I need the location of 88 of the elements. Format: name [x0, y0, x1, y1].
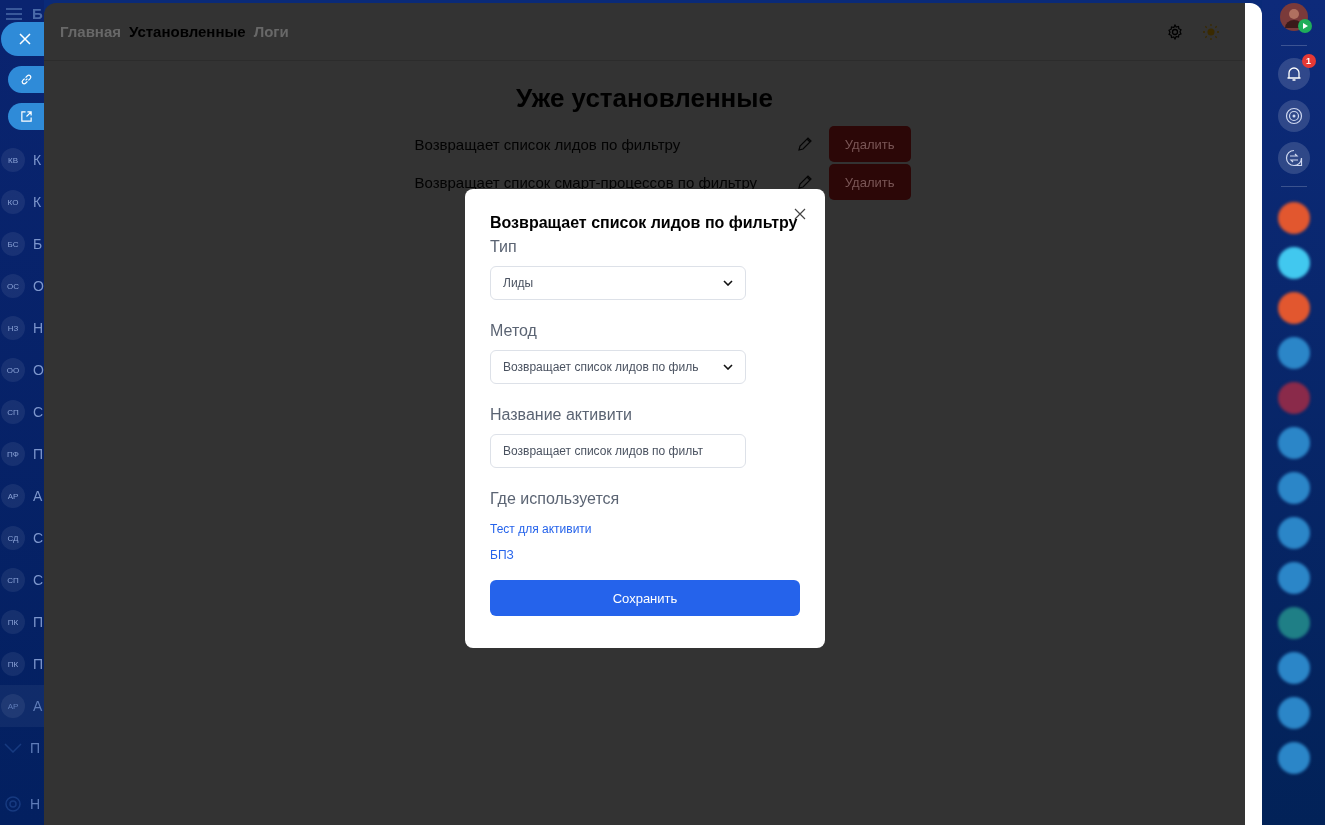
select-field[interactable]: Лиды: [490, 266, 746, 300]
delete-button[interactable]: Удалить: [828, 164, 911, 200]
initials-avatar: ПК: [1, 652, 25, 676]
sidebar-item-label: С: [33, 404, 44, 420]
notification-count: 1: [1301, 54, 1316, 68]
app-icon-placeholder[interactable]: [1277, 472, 1310, 504]
bell-icon: [1285, 66, 1302, 82]
initials-avatar: КВ: [1, 148, 25, 172]
sidebar-item-label: О: [33, 278, 44, 294]
sidebar-item[interactable]: БС Б: [0, 223, 44, 265]
sidebar-item-label: Н: [30, 796, 41, 812]
sidebar-item[interactable]: НЗ Н: [0, 307, 44, 349]
initials-avatar: ПФ: [1, 442, 25, 466]
sidebar-item[interactable]: КВ К: [0, 139, 44, 181]
chevron-down-icon: [723, 280, 733, 286]
app-icon-placeholder[interactable]: [1277, 697, 1310, 729]
concentric-circles-icon: [1284, 107, 1303, 125]
sidebar-item[interactable]: СП С: [0, 559, 44, 601]
speech-bubble-arrows-icon: [1284, 149, 1303, 167]
sidebar-item-label: Н: [33, 320, 44, 336]
initials-avatar: АР: [1, 484, 25, 508]
initials-avatar: СП: [1, 568, 25, 592]
select-field[interactable]: Возвращает список лидов по филь: [490, 350, 746, 384]
sidebar-item[interactable]: СП С: [0, 391, 44, 433]
initials-avatar: АР: [1, 694, 25, 718]
sidebar-item-label: П: [33, 446, 44, 462]
app-icon-placeholder[interactable]: [1277, 742, 1310, 774]
notifications-button[interactable]: [1277, 58, 1310, 90]
sidebar-item-label: С: [33, 530, 44, 546]
app-icon-placeholder[interactable]: [1277, 427, 1310, 459]
app-icon-placeholder[interactable]: [1277, 562, 1310, 594]
initials-avatar: СД: [1, 526, 25, 550]
chevron-down-icon: [723, 364, 733, 370]
app-icon-placeholder[interactable]: [1277, 202, 1310, 234]
sidebar-item-label: К: [33, 152, 42, 168]
circular-target-button[interactable]: [1277, 100, 1310, 132]
initials-avatar: СП: [1, 400, 25, 424]
sidebar-item-label: П: [33, 656, 44, 672]
app-icon-placeholder[interactable]: [1277, 337, 1310, 369]
app-icon-placeholder[interactable]: [1277, 247, 1310, 279]
usage-link[interactable]: БПЗ: [490, 548, 514, 562]
sidebar-item-label: П: [30, 740, 41, 756]
sidebar-item[interactable]: ПК П: [0, 601, 44, 643]
sidebar-item[interactable]: КО К: [0, 181, 44, 223]
sidebar-item[interactable]: ОС О: [0, 265, 44, 307]
sidebar-item[interactable]: ПК П: [0, 643, 44, 685]
initials-avatar: ОС: [1, 274, 25, 298]
app-icon-placeholder[interactable]: [1277, 607, 1310, 639]
sidebar-item-label: Б: [33, 236, 43, 252]
save-button[interactable]: Сохранить: [490, 580, 800, 616]
field-label: Метод: [490, 322, 538, 340]
sidebar-item[interactable]: АР А: [0, 685, 44, 727]
sidebar-item-label: С: [33, 572, 44, 588]
field-label: Название активити: [490, 406, 633, 424]
initials-avatar: ПК: [1, 610, 25, 634]
field-label: Тип: [490, 238, 518, 256]
initials-avatar: НЗ: [1, 316, 25, 340]
sidebar-item-label: А: [33, 488, 43, 504]
sidebar-item[interactable]: ПФ П: [0, 433, 44, 475]
app-icon-placeholder[interactable]: [1277, 292, 1310, 324]
sidebar-item-label: К: [33, 194, 42, 210]
initials-avatar: КО: [1, 190, 25, 214]
usage-link[interactable]: Тест для активити: [490, 522, 592, 536]
sidebar-item-label: П: [33, 614, 44, 630]
sidebar-item-label: О: [33, 362, 44, 378]
dialog-title: Возвращает список лидов по фильтру: [490, 214, 799, 232]
pencil-icon[interactable]: [796, 174, 813, 190]
app-icon-placeholder[interactable]: [1277, 517, 1310, 549]
sidebar-item[interactable]: АР А: [0, 475, 44, 517]
app-icon-placeholder[interactable]: [1277, 652, 1310, 684]
sidebar-item[interactable]: СД С: [0, 517, 44, 559]
sidebar-item[interactable]: ОО О: [0, 349, 44, 391]
external-link-icon: [20, 110, 33, 123]
sidebar-item-label: А: [33, 698, 43, 714]
open-in-new-window-button[interactable]: [8, 103, 44, 130]
chat-transfer-button[interactable]: [1277, 142, 1310, 174]
play-icon: [1297, 19, 1312, 33]
initials-avatar: БС: [1, 232, 25, 256]
link-icon: [20, 73, 33, 86]
input-field[interactable]: Возвращает список лидов по фильт: [490, 434, 746, 468]
portal-title: Б: [32, 7, 43, 21]
section-label: Где используется: [490, 490, 621, 508]
delete-button[interactable]: Удалить: [828, 126, 911, 162]
menu-icon[interactable]: [6, 8, 22, 20]
close-button[interactable]: [1, 22, 44, 56]
copy-link-button[interactable]: [8, 66, 44, 93]
close-icon: [19, 33, 31, 45]
initials-avatar: ОО: [1, 358, 25, 382]
